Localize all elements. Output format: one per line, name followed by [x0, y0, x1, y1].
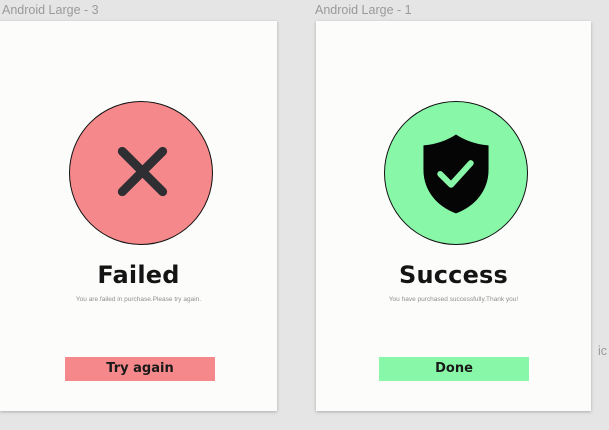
close-icon — [117, 146, 168, 197]
success-status-circle — [384, 101, 528, 245]
shield-check-icon — [423, 134, 489, 214]
failed-message: You are failed in purchase.Please try ag… — [75, 296, 202, 303]
failed-status-circle — [69, 101, 213, 245]
offscreen-frame-label: ic — [598, 344, 608, 358]
success-screen: Success You have purchased successfully.… — [316, 21, 591, 411]
success-message: You have purchased successfully.Thank yo… — [388, 296, 519, 303]
failed-title: Failed — [97, 261, 180, 289]
try-again-button[interactable]: Try again — [65, 357, 215, 381]
frame-label-failed: Android Large - 3 — [2, 3, 99, 17]
failed-screen: Failed You are failed in purchase.Please… — [0, 21, 277, 411]
success-title: Success — [398, 261, 509, 289]
done-button[interactable]: Done — [379, 357, 529, 381]
frame-label-success: Android Large - 1 — [315, 3, 412, 17]
